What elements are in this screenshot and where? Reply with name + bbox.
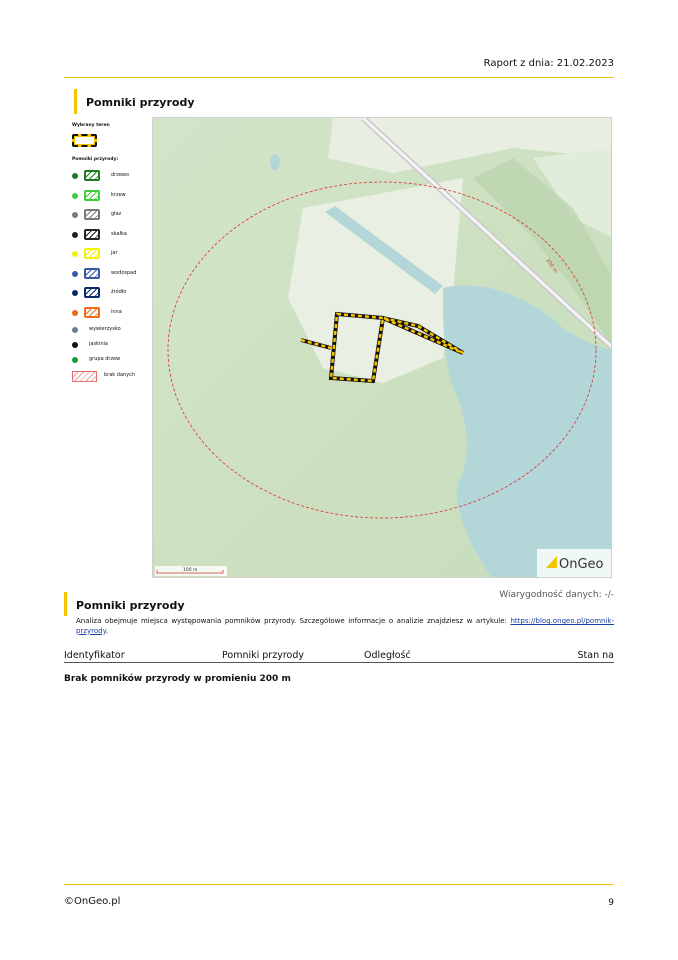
section-accent-bar	[74, 89, 77, 114]
legend-item: krzew	[72, 189, 152, 204]
map-brand-label: OnGeo	[559, 557, 604, 572]
legend-hatch-swatch	[84, 170, 100, 181]
legend-hatch-swatch	[84, 189, 100, 201]
section-accent-bar-2	[64, 592, 67, 616]
column-header-id: Identyfikator	[64, 650, 125, 661]
data-reliability: Wiarygodność danych: -/-	[499, 590, 614, 600]
legend-item: wodospad	[72, 267, 152, 282]
legend-dot-icon	[72, 342, 78, 348]
legend-dot-icon	[72, 327, 78, 333]
legend-selected-area-label: Wybrany teren	[72, 123, 110, 128]
report-date: Raport z dnia: 21.02.2023	[483, 58, 614, 69]
map-canvas: 200 m 100 m OnGeo	[153, 118, 611, 577]
pond	[270, 154, 280, 170]
scale-bar: 100 m	[155, 566, 227, 576]
legend-point-label: grupa drzew	[89, 356, 121, 362]
column-header-distance: Odległość	[364, 650, 411, 661]
legend-dot-icon	[72, 173, 78, 179]
legend-item-label: inna	[111, 308, 122, 315]
legend-item: drzewo	[72, 170, 152, 184]
section-description: Analiza obejmuje miejsca występowania po…	[76, 617, 614, 635]
legend-dot-icon	[72, 192, 78, 199]
legend-item-label: drzewo	[111, 172, 130, 178]
legend-item-label: skałka	[111, 230, 127, 237]
legend-dot-icon	[72, 357, 78, 363]
column-header-status: Stan na	[577, 650, 614, 661]
legend-item-label: głaz	[111, 211, 122, 217]
legend-dot-icon	[72, 251, 78, 257]
legend-dot-icon	[72, 309, 78, 316]
section-title-2: Pomniki przyrody	[76, 599, 185, 612]
legend-no-data-label: brak danych	[104, 372, 136, 378]
legend-monuments-label: Pomniki przyrody:	[72, 157, 119, 162]
legend-item-label: jar	[111, 250, 118, 256]
legend-point-item: grupa drzew	[72, 354, 152, 368]
legend-dot-icon	[72, 231, 78, 238]
table-header: Identyfikator Pomniki przyrody Odległość…	[64, 650, 614, 663]
legend-dot-icon	[72, 212, 78, 218]
scale-label: 100 m	[183, 567, 197, 573]
section-title: Pomniki przyrody	[86, 96, 195, 109]
legend-item: głaz	[72, 209, 152, 223]
legend-item: skałka	[72, 228, 152, 243]
legend-no-data-swatch	[72, 371, 97, 382]
footer-divider	[64, 884, 614, 885]
legend-hatch-swatch	[84, 287, 100, 298]
header-divider	[64, 77, 614, 78]
legend-dot-icon	[72, 270, 78, 277]
map-view[interactable]: 200 m 100 m OnGeo	[152, 117, 612, 578]
legend-point-label: wywierzysko	[89, 326, 121, 332]
legend-item: jar	[72, 248, 152, 262]
legend-item-label: wodospad	[111, 269, 137, 276]
legend-point-item: jaskinia	[72, 339, 152, 353]
page-number: 9	[608, 898, 614, 908]
legend-selected-area-swatch	[72, 134, 97, 147]
legend-hatch-swatch	[84, 209, 100, 220]
legend-hatch-swatch	[84, 248, 100, 259]
legend-point-item: wywierzysko	[72, 324, 152, 338]
legend-hatch-swatch	[84, 267, 100, 279]
legend-item: źródło	[72, 287, 152, 301]
legend-no-data-row: brak danych	[72, 370, 152, 384]
legend-item-label: źródło	[111, 289, 127, 295]
empty-result-message: Brak pomników przyrody w promieniu 200 m	[64, 674, 291, 684]
footer-copyright: ©OnGeo.pl	[64, 896, 121, 907]
legend-hatch-swatch	[84, 228, 100, 240]
column-header-monuments: Pomniki przyrody	[222, 650, 304, 661]
legend-item: inna	[72, 306, 152, 321]
ongeo-brand: OnGeo	[537, 549, 611, 577]
legend-point-label: jaskinia	[89, 341, 108, 347]
legend-item-label: krzew	[111, 191, 126, 198]
legend-dot-icon	[72, 290, 78, 296]
description-text: Analiza obejmuje miejsca występowania po…	[76, 617, 507, 625]
legend-hatch-swatch	[84, 306, 100, 318]
